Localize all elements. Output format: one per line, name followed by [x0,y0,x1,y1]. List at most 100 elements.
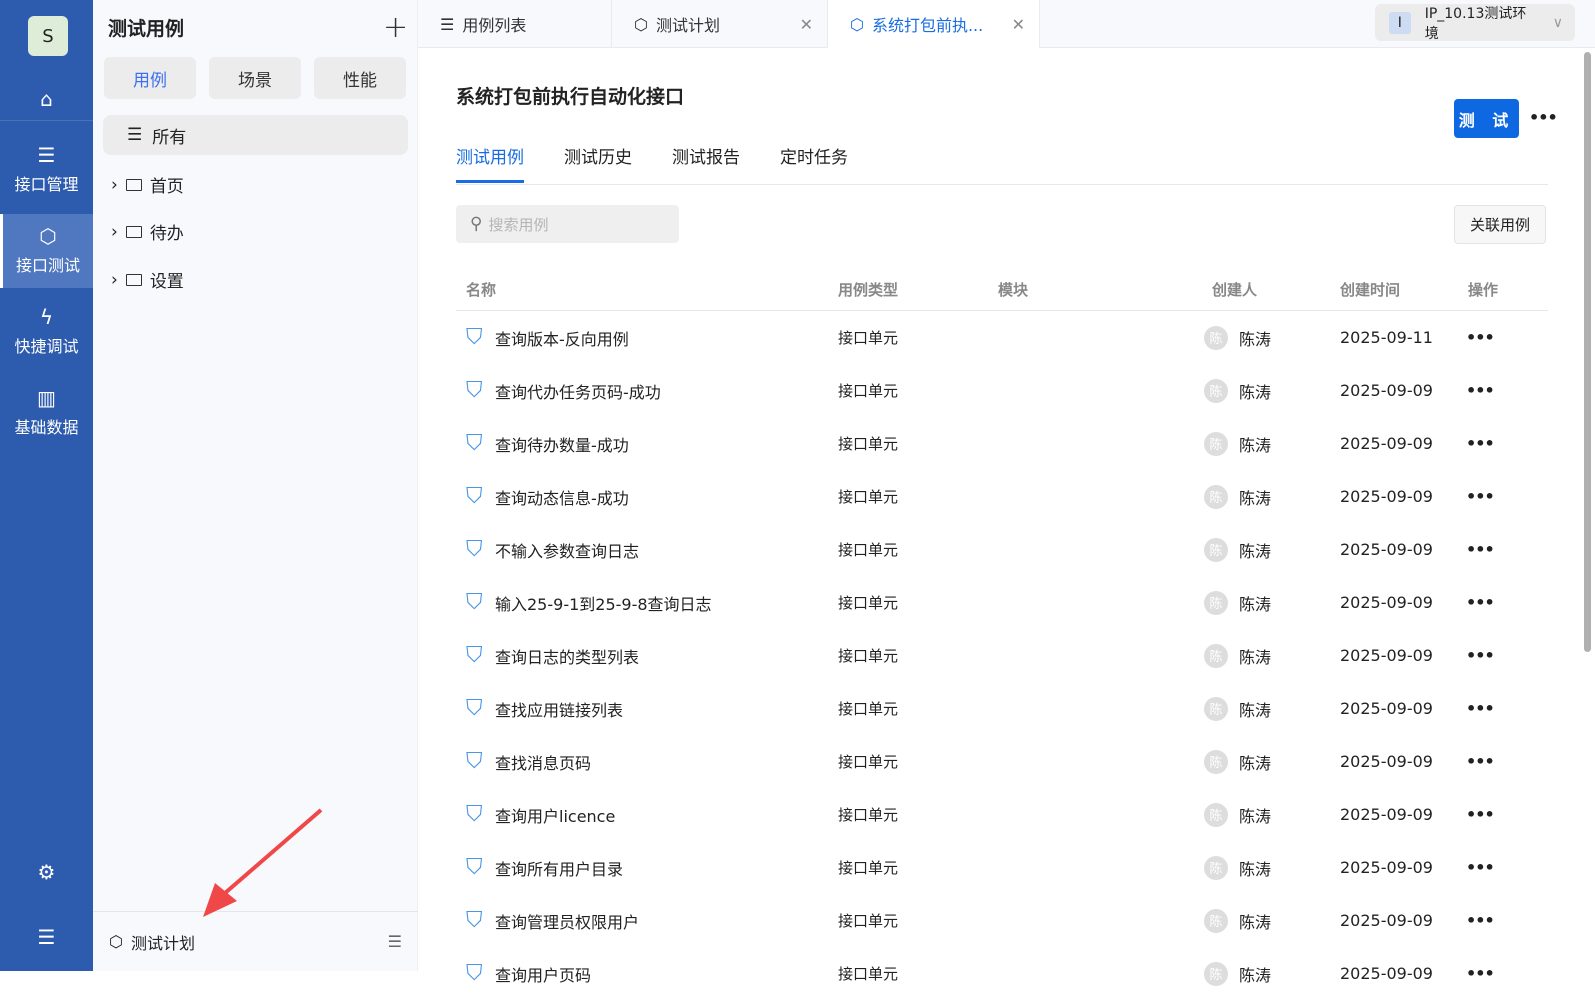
table-row[interactable]: ⛉ 查询代办任务页码-成功 接口单元 陈陈涛 2025-09-09 ••• [456,364,1548,417]
segment-scenarios[interactable]: 场景 [209,57,301,99]
case-type: 接口单元 [838,700,899,718]
tree-folder-home[interactable]: › 首页 [111,172,184,198]
tree-label: 首页 [149,177,184,197]
shield-check-icon: ⛉ [466,484,483,509]
nav-basic-data[interactable]: ▥ 基础数据 [0,376,93,450]
case-name[interactable]: 查询动态信息-成功 [495,470,629,523]
created-date: 2025-09-11 [1340,328,1433,347]
close-icon[interactable]: ✕ [800,15,813,34]
lightning-icon: ϟ [39,305,54,329]
search-input[interactable]: ⚲ 搜索用例 [456,205,679,243]
tab-case-list[interactable]: ☰ 用例列表 [418,0,612,48]
table-row[interactable]: ⛉ 查询待办数量-成功 接口单元 陈陈涛 2025-09-09 ••• [456,417,1548,470]
case-name[interactable]: 查询日志的类型列表 [495,629,639,682]
case-name[interactable]: 查询版本-反向用例 [495,311,629,364]
row-more-icon[interactable]: ••• [1466,735,1495,788]
creator-name: 陈涛 [1239,753,1272,773]
tab-test-cases[interactable]: 测试用例 [456,143,524,183]
case-name[interactable]: 查询待办数量-成功 [495,417,629,470]
table-row[interactable]: ⛉ 查询日志的类型列表 接口单元 陈陈涛 2025-09-09 ••• [456,629,1548,682]
row-more-icon[interactable]: ••• [1466,523,1495,576]
tree-folder-todo[interactable]: › 待办 [111,219,184,245]
case-name[interactable]: 输入25-9-1到25-9-8查询日志 [495,576,712,629]
nav-api-management[interactable]: ☰ 接口管理 [0,133,93,207]
avatar: 陈 [1204,325,1228,350]
close-icon[interactable]: ✕ [1012,15,1025,34]
scrollbar[interactable] [1584,52,1591,652]
tab-label: 系统打包前执... [871,16,984,35]
case-name[interactable]: 查找应用链接列表 [495,682,623,735]
avatar: 陈 [1204,961,1228,986]
collapse-nav-button[interactable]: ☰ [0,917,93,957]
case-name[interactable]: 查找消息页码 [495,735,591,788]
created-date: 2025-09-09 [1340,858,1433,877]
nav-quick-debug[interactable]: ϟ 快捷调试 [0,295,93,369]
created-date: 2025-09-09 [1340,434,1433,453]
test-button[interactable]: 测 试 [1454,99,1519,138]
link-cases-button[interactable]: 关联用例 [1454,205,1546,244]
column-actions: 操作 [1468,280,1499,299]
shield-check-icon: ⛉ [466,855,483,880]
row-more-icon[interactable]: ••• [1466,364,1495,417]
row-more-icon[interactable]: ••• [1466,841,1495,894]
case-type: 接口单元 [838,965,899,983]
segment-cases[interactable]: 用例 [104,57,196,99]
case-type: 接口单元 [838,647,899,665]
tab-test-report[interactable]: 测试报告 [672,143,740,183]
table-row[interactable]: ⛉ 不输入参数查询日志 接口单元 陈陈涛 2025-09-09 ••• [456,523,1548,576]
row-more-icon[interactable]: ••• [1466,682,1495,735]
table-row[interactable]: ⛉ 查询用户页码 接口单元 陈陈涛 2025-09-09 ••• [456,947,1548,1000]
case-name[interactable]: 查询管理员权限用户 [495,894,639,947]
panel-title: 测试用例 [108,18,185,40]
table-header: 名称 用例类型 模块 创建人 创建时间 操作 [456,268,1548,311]
table-row[interactable]: ⛉ 查询所有用户目录 接口单元 陈陈涛 2025-09-09 ••• [456,841,1548,894]
table-row[interactable]: ⛉ 查询动态信息-成功 接口单元 陈陈涛 2025-09-09 ••• [456,470,1548,523]
case-name[interactable]: 查询用户页码 [495,947,591,1000]
case-type: 接口单元 [838,541,899,559]
shield-check-icon: ⛉ [466,802,483,827]
case-name[interactable]: 不输入参数查询日志 [495,523,639,576]
case-type: 接口单元 [838,806,899,824]
collapse-panel-icon[interactable]: ☰ [388,932,402,951]
row-more-icon[interactable]: ••• [1466,629,1495,682]
case-name[interactable]: 查询用户licence [495,788,615,841]
row-more-icon[interactable]: ••• [1466,788,1495,841]
table-row[interactable]: ⛉ 查询版本-反向用例 接口单元 陈陈涛 2025-09-11 ••• [456,311,1548,364]
tree-folder-settings[interactable]: › 设置 [111,267,184,293]
table-row[interactable]: ⛉ 查找应用链接列表 接口单元 陈陈涛 2025-09-09 ••• [456,682,1548,735]
tree-item-all[interactable]: ☰ 所有 [103,115,408,155]
row-more-icon[interactable]: ••• [1466,947,1495,1000]
nav-home[interactable]: ⌂ [0,62,93,136]
nav-api-testing[interactable]: ⬡ 接口测试 [0,214,93,288]
user-avatar[interactable]: S [28,16,68,56]
table-row[interactable]: ⛉ 输入25-9-1到25-9-8查询日志 接口单元 陈陈涛 2025-09-0… [456,576,1548,629]
segment-performance[interactable]: 性能 [314,57,406,99]
row-more-icon[interactable]: ••• [1466,576,1495,629]
tab-current-plan[interactable]: ⬡ 系统打包前执... ✕ [828,0,1040,48]
creator-name: 陈涛 [1239,859,1272,879]
table-row[interactable]: ⛉ 查找消息页码 接口单元 陈陈涛 2025-09-09 ••• [456,735,1548,788]
avatar: 陈 [1204,378,1228,403]
settings-button[interactable]: ⚙ [0,852,93,892]
environment-select[interactable]: I IP_10.13测试环境 ∨ [1375,4,1575,42]
column-type: 用例类型 [838,280,899,299]
table-row[interactable]: ⛉ 查询用户licence 接口单元 陈陈涛 2025-09-09 ••• [456,788,1548,841]
tab-scheduled-tasks[interactable]: 定时任务 [780,143,848,183]
shield-check-icon: ⛉ [466,961,483,986]
case-name[interactable]: 查询所有用户目录 [495,841,623,894]
list-icon: ☰ [440,14,455,34]
table-row[interactable]: ⛉ 查询管理员权限用户 接口单元 陈陈涛 2025-09-09 ••• [456,894,1548,947]
tab-test-history[interactable]: 测试历史 [564,143,632,183]
tab-test-plan[interactable]: ⬡ 测试计划 ✕ [612,0,828,48]
case-type: 接口单元 [838,594,899,612]
shield-check-icon: ⛉ [466,749,483,774]
row-more-icon[interactable]: ••• [1466,417,1495,470]
row-more-icon[interactable]: ••• [1466,470,1495,523]
row-more-icon[interactable]: ••• [1466,894,1495,947]
add-icon[interactable]: + [383,10,408,45]
row-more-icon[interactable]: ••• [1466,311,1495,364]
creator-name: 陈涛 [1239,594,1272,614]
test-plan-link[interactable]: ⬡ 测试计划 ☰ [93,911,418,971]
more-icon[interactable]: ••• [1529,108,1558,127]
case-name[interactable]: 查询代办任务页码-成功 [495,364,661,417]
